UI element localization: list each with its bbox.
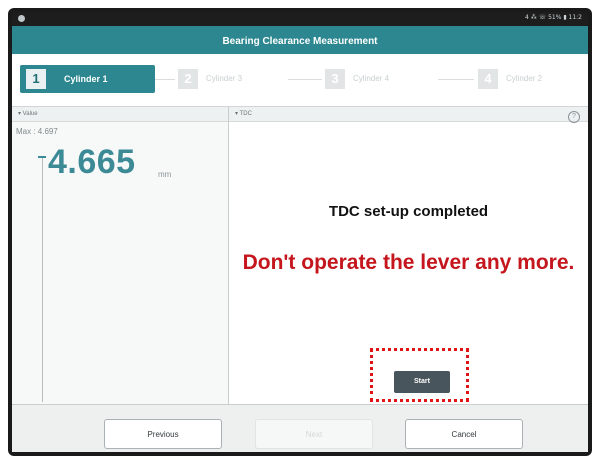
max-value: Max : 4.697 [16,127,58,136]
step-label: Cylinder 4 [353,74,390,83]
lever-warning-message: Don't operate the lever any more. [242,251,575,274]
step-connector [288,79,322,80]
step-connector [155,79,175,80]
camera-dot-icon [18,15,25,22]
tdc-status-message: TDC set-up completed [328,203,489,220]
measured-value: 4.665 [48,143,136,181]
step-label: Cylinder 2 [506,74,543,83]
step-label: Cylinder 3 [206,74,243,83]
value-panel-header: ▾ Value [12,107,228,122]
step-cylinder-1[interactable]: 1 Cylinder 1 [20,65,155,93]
app-title: Bearing Clearance Measurement [222,36,378,47]
step-cylinder-3[interactable]: 2 Cylinder 3 [178,65,298,93]
tdc-panel: ▾ TDC ? TDC set-up completed Don't opera… [229,107,588,404]
value-header-label: ▾ Value [18,111,38,117]
previous-button[interactable]: Previous [104,419,222,449]
next-button[interactable]: Next [255,419,373,449]
gauge-line [42,157,43,402]
bottom-action-bar: Previous Next Cancel [12,404,588,452]
cancel-button[interactable]: Cancel [405,419,523,449]
value-unit: mm [158,170,172,179]
status-bar: 4 ⁂ ☏ 51% ▮ 11:2 [12,12,588,26]
step-cylinder-2[interactable]: 4 Cylinder 2 [478,65,582,93]
gauge-marker [38,156,46,158]
value-panel: ▾ Value Max : 4.697 4.665 mm [12,107,229,404]
step-number: 2 [178,69,198,89]
step-number: 1 [26,69,46,89]
start-button[interactable]: Start [394,371,450,393]
tdc-panel-header: ▾ TDC ? [229,107,588,123]
step-number: 3 [325,69,345,89]
step-label: Cylinder 1 [64,74,108,84]
tablet-device: 4 ⁂ ☏ 51% ▮ 11:2 Bearing Clearance Measu… [8,8,592,456]
step-number: 4 [478,69,498,89]
tdc-header-label: ▾ TDC [235,111,252,117]
start-highlight-box: Start [370,348,469,402]
help-icon[interactable]: ? [568,111,580,123]
step-cylinder-4[interactable]: 3 Cylinder 4 [325,65,445,93]
cylinder-step-bar: 1 Cylinder 1 2 Cylinder 3 3 Cylinder 4 4… [12,54,588,107]
system-status: 4 ⁂ ☏ 51% ▮ 11:2 [525,14,582,21]
step-connector [438,79,474,80]
app-screen: 4 ⁂ ☏ 51% ▮ 11:2 Bearing Clearance Measu… [12,12,588,452]
app-title-bar: Bearing Clearance Measurement [12,26,588,54]
